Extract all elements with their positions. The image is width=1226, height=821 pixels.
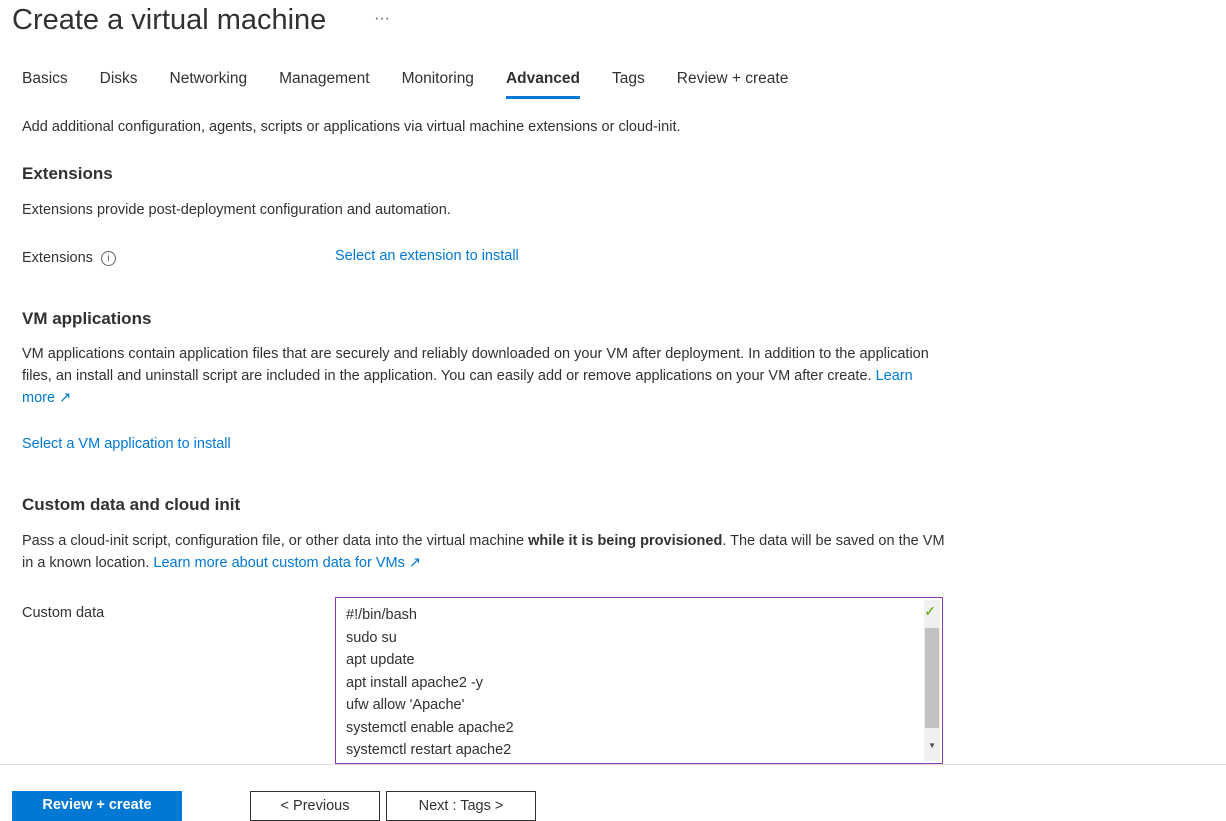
tab-management[interactable]: Management — [279, 66, 369, 99]
more-options-button[interactable]: ··· — [374, 10, 390, 28]
code-line: apt update — [346, 652, 415, 668]
external-link-icon: ↗ — [59, 390, 72, 406]
code-line: apt install apache2 -y — [346, 674, 484, 691]
code-line: systemctl restart apache2 — [346, 742, 512, 758]
vm-applications-desc-text: VM applications contain application file… — [22, 346, 929, 384]
code-line: systemctl enable apache2 — [346, 719, 514, 736]
tab-disks[interactable]: Disks — [100, 66, 138, 99]
info-icon[interactable]: i — [100, 250, 116, 266]
scroll-down-arrow-icon[interactable]: ▼ — [928, 735, 936, 758]
extensions-desc: Extensions provide post-deployment confi… — [22, 202, 451, 218]
select-vm-application-link[interactable]: Select a VM application to install — [22, 436, 231, 452]
desc-part: Pass a cloud-init script, configuration … — [22, 533, 529, 549]
code-line: #!/bin/bash — [346, 607, 417, 623]
tab-basics[interactable]: Basics — [22, 66, 68, 99]
tab-networking[interactable]: Networking — [170, 66, 248, 99]
tab-advanced[interactable]: Advanced — [505, 66, 581, 99]
code-line: sudo su — [346, 629, 397, 646]
vm-applications-desc: VM applications contain application file… — [22, 343, 947, 409]
tab-bar: Basics Disks Networking Management Monit… — [22, 66, 820, 100]
previous-button[interactable]: < Previous — [250, 791, 380, 821]
vm-applications-heading: VM applications — [22, 309, 152, 328]
custom-data-label: Custom data — [22, 605, 105, 621]
custom-data-heading: Custom data and cloud init — [22, 495, 241, 514]
extensions-heading: Extensions — [22, 164, 113, 183]
learn-more-custom-data-link[interactable]: Learn more about custom data for VMs — [153, 555, 404, 571]
desc-bold: while it is being provisioned — [528, 533, 723, 549]
scrollbar[interactable]: ▼ — [924, 600, 940, 761]
extensions-label-text: Extensions — [22, 250, 93, 266]
select-extension-link[interactable]: Select an extension to install — [335, 248, 519, 264]
custom-data-desc: Pass a cloud-init script, configuration … — [22, 530, 947, 574]
scrollbar-thumb[interactable] — [925, 628, 939, 728]
extensions-label: Extensions i — [22, 250, 116, 266]
review-create-button[interactable]: Review + create — [12, 791, 182, 821]
next-tags-button[interactable]: Next : Tags > — [386, 791, 536, 821]
intro-text: Add additional configuration, agents, sc… — [22, 119, 681, 135]
footer: Review + create < Previous Next : Tags > — [0, 764, 1226, 821]
tab-review-create[interactable]: Review + create — [677, 66, 789, 99]
code-line: ufw allow 'Apache' — [346, 697, 465, 713]
custom-data-textarea[interactable]: #!/bin/bash sudo su apt update apt insta… — [335, 597, 943, 764]
external-link-icon: ↗ — [408, 555, 422, 571]
page-title: Create a virtual machine — [12, 4, 327, 36]
tab-monitoring[interactable]: Monitoring — [402, 66, 474, 99]
tab-tags[interactable]: Tags — [612, 66, 645, 99]
valid-check-icon: ✓ — [924, 603, 936, 619]
